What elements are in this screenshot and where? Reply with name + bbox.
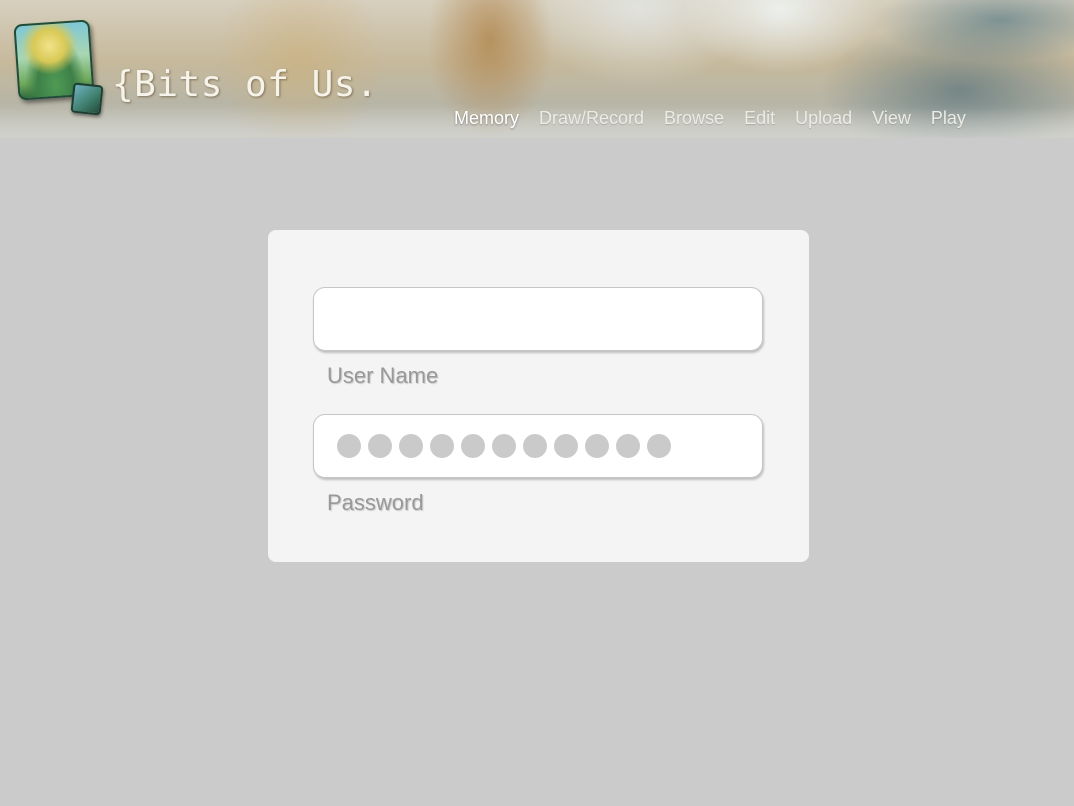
main-nav: Memory Draw/Record Browse Edit Upload Vi… xyxy=(454,108,966,129)
app-header: {Bits of Us. Memory Draw/Record Browse E… xyxy=(0,0,1074,138)
password-field[interactable] xyxy=(313,414,763,478)
password-dot xyxy=(399,434,423,458)
app-logo-text[interactable]: {Bits of Us. xyxy=(112,64,378,105)
password-dot xyxy=(461,434,485,458)
password-dot xyxy=(585,434,609,458)
username-label: User Name xyxy=(327,363,439,388)
password-dot xyxy=(647,434,671,458)
password-dot xyxy=(430,434,454,458)
nav-item-draw-record[interactable]: Draw/Record xyxy=(539,108,644,129)
password-label: Password xyxy=(327,490,424,515)
password-dot xyxy=(492,434,516,458)
nav-item-browse[interactable]: Browse xyxy=(664,108,724,129)
password-dot xyxy=(554,434,578,458)
nav-item-upload[interactable]: Upload xyxy=(795,108,852,129)
password-dot xyxy=(523,434,547,458)
password-dot xyxy=(368,434,392,458)
username-field[interactable] xyxy=(313,287,763,351)
password-dot xyxy=(616,434,640,458)
nav-item-edit[interactable]: Edit xyxy=(744,108,775,129)
password-mask xyxy=(337,434,671,458)
nav-item-play[interactable]: Play xyxy=(931,108,966,129)
login-panel: User Name Password xyxy=(268,230,809,562)
nav-item-view[interactable]: View xyxy=(872,108,911,129)
password-dot xyxy=(337,434,361,458)
nav-item-memory[interactable]: Memory xyxy=(454,108,519,129)
photo-thumbnail-icon xyxy=(70,82,104,116)
